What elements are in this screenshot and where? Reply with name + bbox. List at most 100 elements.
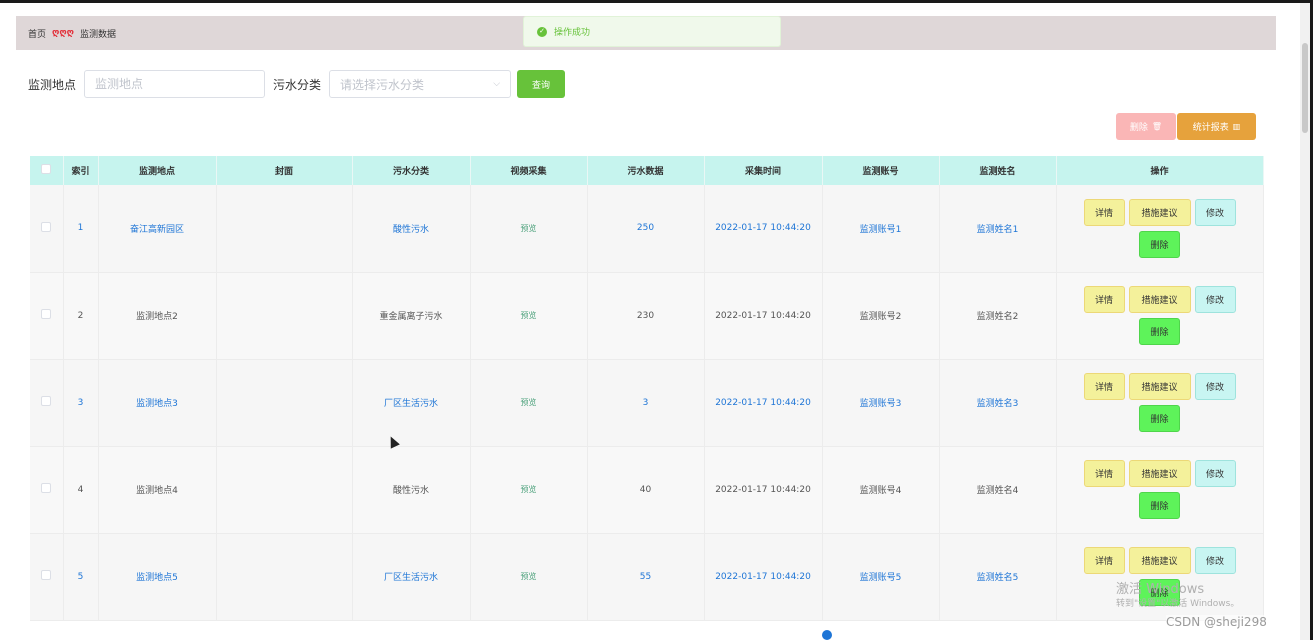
row-name[interactable]: 监测姓名1 (939, 185, 1057, 273)
row-index: 5 (63, 533, 99, 621)
row-name[interactable]: 监测姓名3 (939, 359, 1057, 447)
col-cover: 封面 (216, 156, 353, 185)
row-category[interactable]: 酸性污水 (352, 185, 471, 273)
row-checkbox-cell (30, 359, 64, 447)
statistics-report-button[interactable]: 统计报表 ▥ (1177, 113, 1256, 140)
category-select[interactable]: 请选择污水分类 ⌵ (329, 70, 512, 98)
row-account[interactable]: 监测账号1 (822, 185, 940, 273)
delete-button[interactable]: 删除 (1139, 230, 1180, 258)
delete-button[interactable]: 删除 (1139, 492, 1180, 519)
edit-button[interactable]: 修改 (1194, 373, 1236, 400)
row-name[interactable]: 监测姓名5 (939, 533, 1057, 621)
scrollbar-thumb[interactable] (1302, 43, 1308, 133)
suggestion-button[interactable]: 措施建议 (1128, 460, 1191, 487)
edit-button[interactable]: 修改 (1194, 460, 1236, 487)
page-scrollbar[interactable] (1300, 3, 1310, 640)
col-value: 污水数据 (587, 156, 705, 185)
row-cover (216, 533, 353, 621)
row-cover (216, 359, 353, 447)
row-cover (216, 185, 353, 273)
row-value: 230 (587, 272, 705, 360)
breadcrumb-home[interactable]: 首页 (28, 27, 46, 40)
row-ops: 详情 措施建议 修改 删除 (1056, 185, 1264, 273)
row-video-preview[interactable]: 预览 (470, 446, 588, 534)
batch-delete-button[interactable]: 删除 🗑 (1116, 113, 1176, 140)
row-account[interactable]: 监测账号5 (822, 533, 940, 621)
select-all-cell (30, 156, 64, 185)
suggestion-button[interactable]: 措施建议 (1128, 286, 1191, 313)
monitoring-data-table: 索引 监测地点 封面 污水分类 视频采集 污水数据 采集时间 监测账号 监测姓名… (30, 156, 1264, 621)
row-location[interactable]: 监测地点5 (98, 533, 217, 621)
col-name: 监测姓名 (939, 156, 1057, 185)
detail-button[interactable]: 详情 (1083, 460, 1125, 487)
edit-button[interactable]: 修改 (1194, 547, 1236, 574)
row-checkbox[interactable] (41, 309, 52, 319)
row-time: 2022-01-17 10:44:20 (704, 533, 823, 621)
suggestion-button[interactable]: 措施建议 (1128, 373, 1191, 400)
row-video-preview[interactable]: 预览 (470, 359, 588, 447)
table-row: 3 监测地点3 厂区生活污水 预览 3 2022-01-17 10:44:20 … (30, 359, 1264, 447)
row-name: 监测姓名2 (939, 272, 1057, 360)
col-account: 监测账号 (822, 156, 940, 185)
table-row: 1 奋江高新园区 酸性污水 预览 250 2022-01-17 10:44:20… (30, 185, 1264, 273)
row-name: 监测姓名4 (939, 446, 1057, 534)
row-value: 250 (587, 185, 705, 273)
chevron-down-icon: ⌵ (493, 79, 501, 89)
breadcrumb-current: 监测数据 (80, 29, 117, 40)
row-account[interactable]: 监测账号3 (822, 359, 940, 447)
row-checkbox[interactable] (41, 483, 52, 493)
detail-button[interactable]: 详情 (1083, 286, 1125, 313)
col-location: 监测地点 (98, 156, 217, 185)
row-location[interactable]: 监测地点3 (98, 359, 217, 447)
row-checkbox-cell (30, 533, 64, 621)
detail-button[interactable]: 详情 (1083, 373, 1125, 400)
row-time: 2022-01-17 10:44:20 (704, 272, 823, 360)
success-toast: ✓ 操作成功 (523, 16, 781, 47)
row-category: 酸性污水 (352, 446, 471, 534)
select-all-checkbox[interactable] (41, 164, 52, 174)
location-label: 监测地点 (28, 77, 77, 92)
delete-button[interactable]: 删除 (1139, 318, 1180, 345)
delete-button[interactable]: 删除 (1139, 405, 1180, 432)
row-video-preview[interactable]: 预览 (470, 185, 588, 273)
row-checkbox-cell (30, 446, 64, 534)
col-ops: 操作 (1056, 156, 1264, 185)
row-checkbox[interactable] (41, 396, 52, 406)
row-checkbox[interactable] (41, 221, 52, 232)
edit-button[interactable]: 修改 (1194, 198, 1236, 226)
row-value: 40 (587, 446, 705, 534)
row-location: 监测地点4 (98, 446, 217, 534)
location-search-input[interactable] (84, 70, 266, 98)
batch-delete-label: 删除 (1129, 123, 1148, 133)
edit-button[interactable]: 修改 (1194, 286, 1236, 313)
category-label: 污水分类 (273, 77, 322, 92)
row-location[interactable]: 奋江高新园区 (98, 185, 217, 273)
category-select-placeholder: 请选择污水分类 (340, 77, 425, 92)
csdn-watermark: CSDN @sheji298 (1166, 615, 1267, 629)
col-video: 视频采集 (470, 156, 588, 185)
row-category[interactable]: 厂区生活污水 (352, 533, 471, 621)
detail-button[interactable]: 详情 (1083, 198, 1125, 226)
row-time: 2022-01-17 10:44:20 (704, 185, 823, 273)
col-time: 采集时间 (704, 156, 823, 185)
suggestion-button[interactable]: 措施建议 (1128, 198, 1191, 226)
row-account: 监测账号4 (822, 446, 940, 534)
row-ops: 详情 措施建议 修改 删除 (1056, 272, 1264, 360)
windows-activation-hint: 转到"设置"以激活 Windows。 (1116, 599, 1240, 609)
row-time: 2022-01-17 10:44:20 (704, 446, 823, 534)
statistics-report-label: 统计报表 (1192, 123, 1229, 133)
row-checkbox[interactable] (41, 570, 52, 580)
table-row: 5 监测地点5 厂区生活污水 预览 55 2022-01-17 10:44:20… (30, 533, 1264, 621)
row-category[interactable]: 厂区生活污水 (352, 359, 471, 447)
suggestion-button[interactable]: 措施建议 (1128, 547, 1191, 574)
row-video-preview[interactable]: 预览 (470, 272, 588, 360)
detail-button[interactable]: 详情 (1083, 547, 1125, 574)
ime-indicator-icon (822, 630, 832, 640)
row-ops: 详情 措施建议 修改 删除 (1056, 359, 1264, 447)
row-checkbox-cell (30, 185, 64, 273)
row-cover (216, 272, 353, 360)
window-top-edge (0, 0, 1313, 3)
query-button[interactable]: 查询 (517, 70, 566, 98)
row-video-preview[interactable]: 预览 (470, 533, 588, 621)
trash-icon: 🗑 (1151, 122, 1163, 131)
